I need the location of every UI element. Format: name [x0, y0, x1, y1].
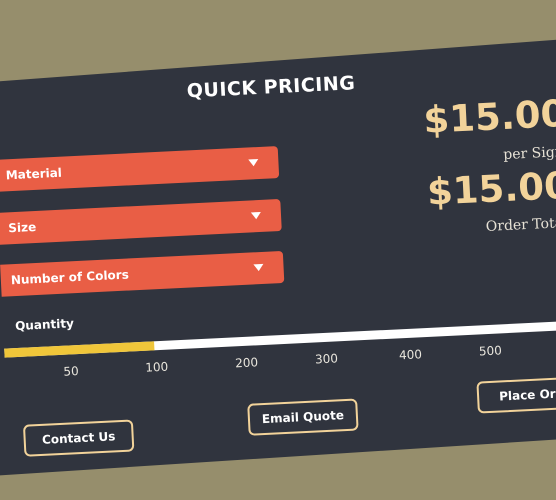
order-total-price: $15.00: [426, 163, 556, 214]
quantity-tick-200: 200: [234, 355, 259, 371]
material-select-label: Material: [5, 165, 63, 183]
chevron-down-icon: [250, 211, 262, 220]
quantity-slider-fill[interactable]: [4, 341, 155, 358]
chevron-down-icon: [248, 159, 259, 167]
per-sign-price: $15.00: [422, 91, 556, 142]
quantity-tick-100: 100: [144, 359, 169, 375]
quantity-tick-labels: 50100200300400500600: [0, 28, 556, 378]
place-order-button[interactable]: Place Order: [476, 376, 556, 414]
number-of-colors-select[interactable]: Number of Colors: [0, 250, 285, 297]
email-quote-button[interactable]: Email Quote: [247, 398, 359, 436]
size-select-label: Size: [7, 219, 37, 236]
quantity-tick-400: 400: [398, 347, 423, 363]
page-title: QUICK PRICING: [186, 72, 356, 103]
quantity-tick-300: 300: [314, 351, 339, 367]
chevron-down-icon: [253, 263, 264, 272]
order-total-label: Order Total: [485, 214, 556, 235]
quantity-label: Quantity: [14, 316, 75, 334]
quantity-tick-50: 50: [63, 364, 80, 379]
material-select[interactable]: Material: [0, 146, 280, 192]
quantity-slider[interactable]: [4, 318, 556, 358]
quick-pricing-card: QUICK PRICING Material Size Number of Co…: [0, 28, 556, 457]
per-sign-label: per Sign: [502, 144, 556, 164]
number-of-colors-select-label: Number of Colors: [10, 267, 130, 288]
quantity-tick-500: 500: [478, 343, 503, 359]
contact-us-button[interactable]: Contact Us: [22, 419, 135, 457]
size-select[interactable]: Size: [0, 198, 282, 245]
